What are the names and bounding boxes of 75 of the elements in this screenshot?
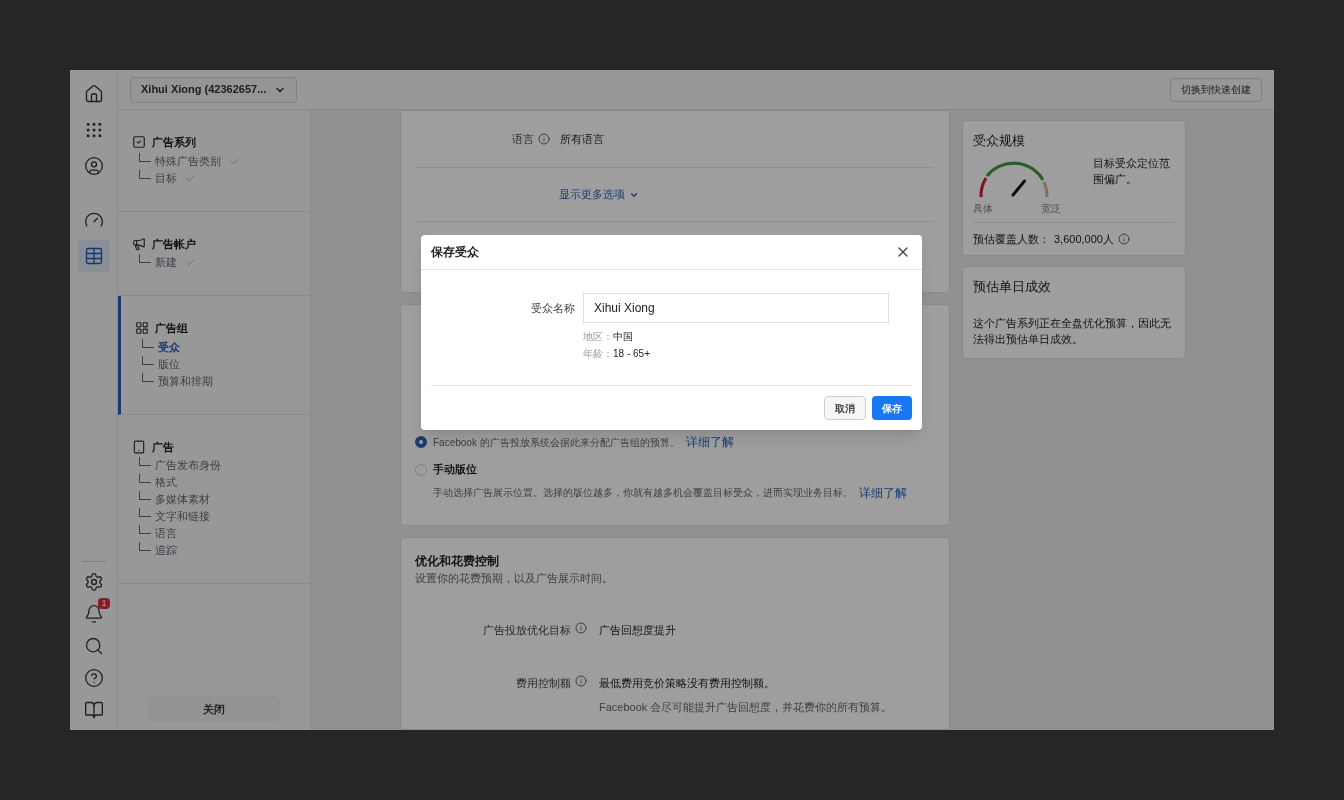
audience-name-field[interactable]: Xihui Xiong: [583, 293, 889, 323]
section-title: 广告: [152, 439, 174, 455]
card-subtitle: 设置你的花费预期，以及广告展示时间。: [415, 570, 614, 586]
close-button[interactable]: 关闭: [148, 696, 280, 722]
search-icon: [83, 636, 104, 656]
field-label: 广告投放优化目标: [483, 623, 571, 639]
sidebar-link[interactable]: 追踪: [155, 542, 177, 559]
book-icon: [83, 700, 104, 720]
estimate-label: 预估覆盖人数：: [973, 231, 1050, 247]
home-icon: [83, 84, 104, 104]
info-icon: [575, 674, 587, 687]
megaphone-icon: [132, 236, 146, 251]
field-note: Facebook 会尽可能提升广告回想度，并花费你的所有预算。: [599, 700, 893, 716]
detail-label: 年龄：: [583, 347, 613, 361]
sidebar-link[interactable]: 版位: [158, 355, 180, 373]
field-label: 受众名称: [530, 300, 575, 316]
gauge-label: 具体: [973, 201, 993, 216]
sidebar-link[interactable]: 受众: [158, 338, 180, 356]
save-button[interactable]: 保存: [872, 396, 912, 420]
section-title: 广告帐户: [152, 236, 196, 252]
detail-value: 中国: [613, 330, 633, 344]
bell-button[interactable]: 1: [77, 598, 110, 630]
sidebar-link[interactable]: 特殊广告类别: [155, 152, 221, 170]
card-title: 优化和花费控制: [415, 552, 500, 570]
radio-button[interactable]: [415, 436, 427, 448]
sidebar-link[interactable]: 多媒体素材: [155, 491, 210, 508]
table-icon: [83, 246, 104, 266]
option-description: 手动选择广告展示位置。选择的版位越多，你就有越多机会覆盖目标受众，进而实现业务目标。: [433, 486, 853, 500]
gauge-label: 宽泛: [1041, 201, 1061, 216]
dialog-title: 保存受众: [431, 244, 479, 261]
table-button[interactable]: [77, 240, 110, 272]
learn-more-link[interactable]: 详细了解: [859, 483, 907, 502]
section-title: 广告系列: [152, 135, 196, 150]
field-value: 最低费用竞价策略没有费用控制额。: [599, 675, 776, 691]
grid-icon: [135, 321, 149, 336]
sidebar-link[interactable]: 新建: [155, 254, 177, 271]
field-label: 费用控制额: [516, 675, 571, 691]
switch-mode-button[interactable]: 切换到快速创建: [1170, 77, 1262, 102]
sidebar-link[interactable]: 目标: [155, 169, 177, 187]
section-title: 广告组: [155, 321, 188, 336]
card-title: 受众规模: [973, 132, 1026, 150]
cancel-button[interactable]: 取消: [824, 396, 866, 420]
estimate-value: 3,600,000人: [1054, 231, 1114, 247]
notification-badge: 1: [98, 598, 110, 609]
settings-icon: [83, 572, 104, 592]
field-label: 语言: [512, 131, 534, 147]
card-text: 这个广告系列正在全盘优化预算，因此无法得出预估单日成效。: [973, 315, 1172, 347]
sidebar-link[interactable]: 文字和链接: [155, 508, 210, 525]
info-icon: [538, 133, 550, 145]
info-icon: [1117, 232, 1130, 245]
sidebar-section[interactable]: 广告系列 特殊广告类别 目标: [118, 110, 310, 212]
checkbox-icon: [132, 135, 146, 150]
sidebar-link[interactable]: 广告发布身份: [155, 457, 221, 474]
sidebar-link[interactable]: 格式: [155, 474, 177, 491]
learn-more-link[interactable]: 详细了解: [685, 433, 734, 451]
option-title: 手动版位: [433, 462, 478, 477]
card-title: 预估单日成效: [973, 278, 1052, 296]
more-options-link[interactable]: 显示更多选项: [559, 186, 639, 203]
tablet-icon: [132, 439, 146, 454]
sidebar-section[interactable]: 广告 广告发布身份 格式 多媒体素材 文字和链接 语言 追踪: [118, 414, 310, 584]
sidebar-section[interactable]: 广告帐户 新建: [118, 211, 310, 296]
avatar-icon: [83, 156, 104, 176]
account-selector[interactable]: Xihui Xiong (42362657...: [130, 76, 298, 103]
info-icon: [575, 622, 587, 635]
bell-icon: [83, 604, 104, 624]
field-value: 广告回想度提升: [599, 623, 676, 639]
option-description: Facebook 的广告投放系统会据此来分配广告组的预算。: [433, 435, 680, 450]
sidebar-link[interactable]: 预算和排期: [158, 372, 213, 390]
detail-value: 18 - 65+: [613, 347, 650, 361]
sidebar-section[interactable]: 广告组 受众 版位 预算和排期: [118, 296, 310, 415]
detail-label: 地区：: [583, 330, 613, 344]
sidebar-link[interactable]: 语言: [155, 525, 177, 542]
field-value: 所有语言: [560, 131, 604, 147]
audience-description: 目标受众定位范围偏广。: [1093, 155, 1171, 187]
help-icon: [83, 668, 104, 688]
